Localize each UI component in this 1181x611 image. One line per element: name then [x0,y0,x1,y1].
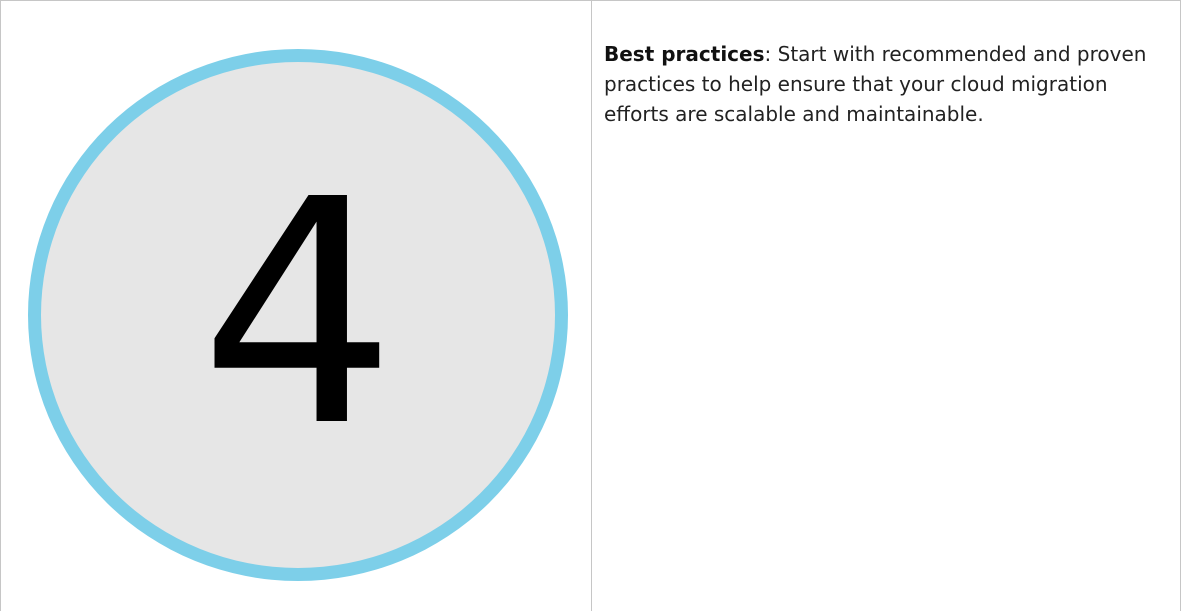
step-number: 4 [199,134,397,495]
step-description: Best practices: Start with recommended a… [604,39,1164,129]
step-term: Best practices [604,42,765,66]
step-number-badge: 4 [28,49,568,581]
step-description-cell: Best practices: Start with recommended a… [592,1,1180,611]
content-table: 4 Best practices: Start with recommended… [0,0,1181,611]
step-image-cell: 4 [1,1,592,611]
